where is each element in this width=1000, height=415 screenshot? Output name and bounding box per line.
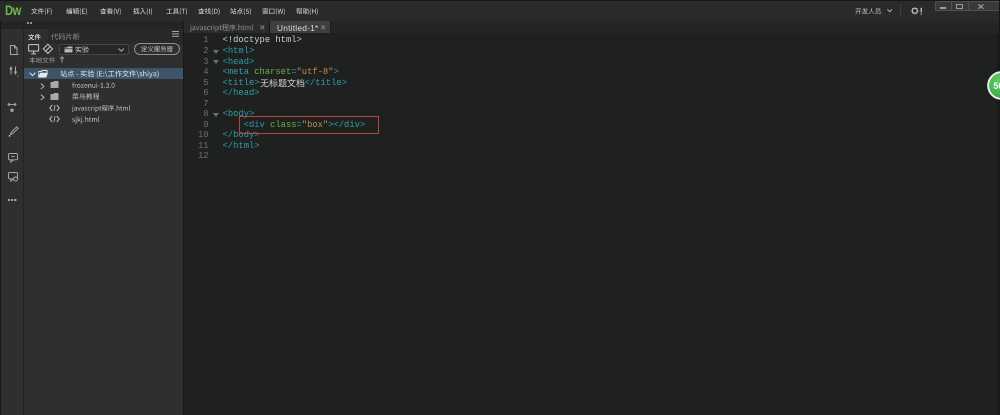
svg-text:56: 56: [993, 81, 1000, 91]
